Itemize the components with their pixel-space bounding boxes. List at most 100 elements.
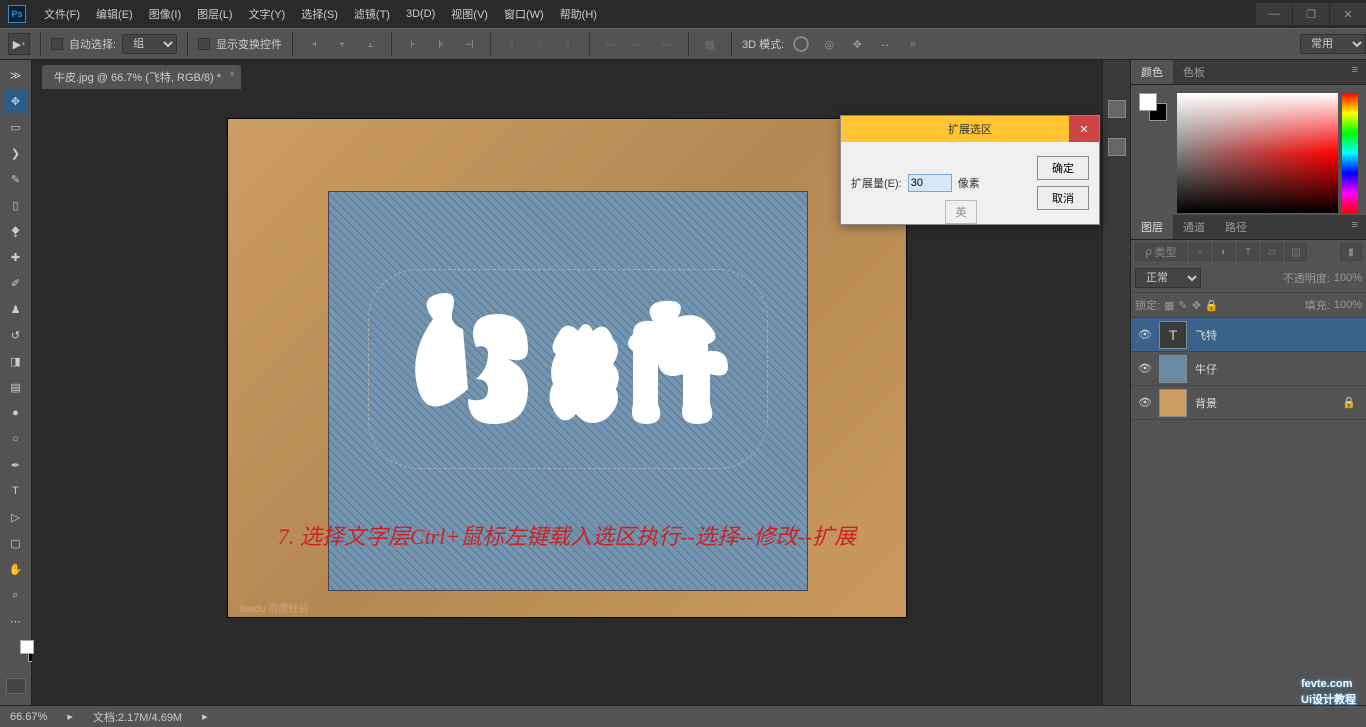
dist5-icon[interactable]: ⋯	[628, 33, 650, 55]
3d-pan-icon[interactable]: ✥	[846, 33, 868, 55]
ok-button[interactable]: 确定	[1037, 156, 1089, 180]
lasso-tool[interactable]: ❯	[4, 141, 28, 165]
auto-select-checkbox[interactable]	[51, 38, 63, 50]
paths-tab[interactable]: 路径	[1215, 215, 1257, 239]
canvas[interactable]: 7. 选择文字层Ctrl+鼠标左键载入选区执行--选择--修改--扩展 Baid…	[227, 118, 907, 618]
show-transform-checkbox[interactable]	[198, 38, 210, 50]
document-tab[interactable]: 牛皮.jpg @ 66.7% (飞特, RGB/8) * ×	[42, 65, 241, 89]
visibility-icon[interactable]: 👁	[1131, 362, 1159, 375]
dodge-tool[interactable]: ○	[4, 427, 28, 451]
zoom-level[interactable]: 66.67%	[10, 711, 47, 723]
layer-name[interactable]: 背景	[1195, 395, 1342, 411]
path-tool[interactable]: ▷	[4, 505, 28, 529]
dist1-icon[interactable]: ⋮	[501, 33, 523, 55]
layer-name[interactable]: 牛仔	[1195, 361, 1366, 377]
3d-zoom-icon[interactable]: ⌕	[902, 33, 924, 55]
zoom-tool[interactable]: ⌕	[4, 583, 28, 607]
edit-toolbar-icon[interactable]: ⋯	[4, 609, 28, 633]
autoalign-icon[interactable]: ▦	[699, 33, 721, 55]
move-tool[interactable]: ✥	[4, 89, 28, 113]
history-brush-tool[interactable]: ↺	[4, 323, 28, 347]
brush-tool[interactable]: ✐	[4, 271, 28, 295]
dist6-icon[interactable]: ⋯	[656, 33, 678, 55]
close-button[interactable]: ✕	[1330, 3, 1366, 25]
color-field[interactable]	[1177, 93, 1338, 213]
workspace-preset[interactable]: 常用	[1300, 34, 1366, 54]
menu-image[interactable]: 图像(I)	[141, 2, 189, 26]
maximize-button[interactable]: ❐	[1293, 3, 1329, 25]
chevron-right-icon[interactable]: ▸	[202, 710, 208, 723]
filter-adjust-icon[interactable]: ◐	[1213, 243, 1235, 261]
ime-indicator[interactable]: 英	[945, 200, 977, 224]
type-tool[interactable]: T	[4, 479, 28, 503]
dist3-icon[interactable]: ⋮	[557, 33, 579, 55]
minimize-button[interactable]: —	[1256, 3, 1292, 25]
layers-tab[interactable]: 图层	[1131, 215, 1173, 239]
layer-thumbnail[interactable]	[1159, 389, 1187, 417]
opacity-value[interactable]: 100%	[1334, 272, 1362, 284]
layer-thumbnail[interactable]: T	[1159, 321, 1187, 349]
lock-pixels-icon[interactable]: ✎	[1178, 299, 1187, 312]
tab-close-icon[interactable]: ×	[229, 69, 235, 80]
filter-toggle-icon[interactable]: ▮	[1340, 243, 1362, 261]
menu-view[interactable]: 视图(V)	[443, 2, 496, 26]
panel-color-swatch[interactable]	[1139, 93, 1171, 207]
layer-name[interactable]: 飞特	[1195, 327, 1366, 343]
dist2-icon[interactable]: ⋮	[529, 33, 551, 55]
cancel-button[interactable]: 取消	[1037, 186, 1089, 210]
dialog-close-button[interactable]: ✕	[1069, 116, 1099, 142]
layer-row[interactable]: 👁 牛仔	[1131, 352, 1366, 386]
menu-3d[interactable]: 3D(D)	[398, 4, 443, 24]
3d-orbit-icon[interactable]	[790, 33, 812, 55]
healing-tool[interactable]: ✚	[4, 245, 28, 269]
hue-slider[interactable]	[1342, 93, 1358, 213]
align-vcenter-icon[interactable]: ⫟	[331, 33, 353, 55]
actions-panel-icon[interactable]	[1108, 138, 1126, 156]
filter-pixel-icon[interactable]: ▫	[1189, 243, 1211, 261]
fill-value[interactable]: 100%	[1334, 299, 1362, 311]
blur-tool[interactable]: ●	[4, 401, 28, 425]
filter-type-icon[interactable]: T	[1237, 243, 1259, 261]
pen-tool[interactable]: ✒	[4, 453, 28, 477]
align-right-icon[interactable]: ⊣	[458, 33, 480, 55]
stamp-tool[interactable]: ♟	[4, 297, 28, 321]
layer-row[interactable]: 👁 背景 🔒	[1131, 386, 1366, 420]
shape-tool[interactable]: ▢	[4, 531, 28, 555]
filter-kind[interactable]: ρ 类型	[1135, 243, 1187, 261]
chevron-right-icon[interactable]: ▸	[67, 710, 73, 723]
color-tab[interactable]: 颜色	[1131, 60, 1173, 84]
menu-type[interactable]: 文字(Y)	[241, 2, 294, 26]
move-tool-icon[interactable]: ▶+	[8, 33, 30, 55]
blend-mode[interactable]: 正常	[1135, 268, 1201, 288]
lock-transparency-icon[interactable]: ▦	[1164, 299, 1174, 312]
gradient-tool[interactable]: ▤	[4, 375, 28, 399]
menu-filter[interactable]: 滤镜(T)	[346, 2, 398, 26]
menu-file[interactable]: 文件(F)	[36, 2, 88, 26]
dist4-icon[interactable]: ⋯	[600, 33, 622, 55]
channels-tab[interactable]: 通道	[1173, 215, 1215, 239]
panel-foreground[interactable]	[1139, 93, 1157, 111]
align-top-icon[interactable]: ⫞	[303, 33, 325, 55]
align-bottom-icon[interactable]: ⫠	[359, 33, 381, 55]
3d-roll-icon[interactable]: ◎	[818, 33, 840, 55]
quickselect-tool[interactable]: ✎	[4, 167, 28, 191]
eyedropper-tool[interactable]: ⧪	[4, 219, 28, 243]
swatches-tab[interactable]: 色板	[1173, 60, 1215, 84]
menu-select[interactable]: 选择(S)	[293, 2, 346, 26]
layer-thumbnail[interactable]	[1159, 355, 1187, 383]
collapse-tools-icon[interactable]: ≫	[4, 63, 28, 87]
quick-mask-toggle[interactable]	[6, 678, 26, 694]
menu-window[interactable]: 窗口(W)	[496, 2, 552, 26]
marquee-tool[interactable]: ▭	[4, 115, 28, 139]
menu-layer[interactable]: 图层(L)	[189, 2, 240, 26]
lock-position-icon[interactable]: ✥	[1192, 299, 1201, 312]
filter-smart-icon[interactable]: ◫	[1285, 243, 1307, 261]
layers-menu-icon[interactable]: ≡	[1344, 215, 1366, 239]
filter-shape-icon[interactable]: ▱	[1261, 243, 1283, 261]
layer-row[interactable]: 👁 T 飞特	[1131, 318, 1366, 352]
crop-tool[interactable]: ▯	[4, 193, 28, 217]
3d-slide-icon[interactable]: ↔	[874, 33, 896, 55]
align-hcenter-icon[interactable]: ⊧	[430, 33, 452, 55]
visibility-icon[interactable]: 👁	[1131, 328, 1159, 341]
menu-edit[interactable]: 编辑(E)	[88, 2, 141, 26]
